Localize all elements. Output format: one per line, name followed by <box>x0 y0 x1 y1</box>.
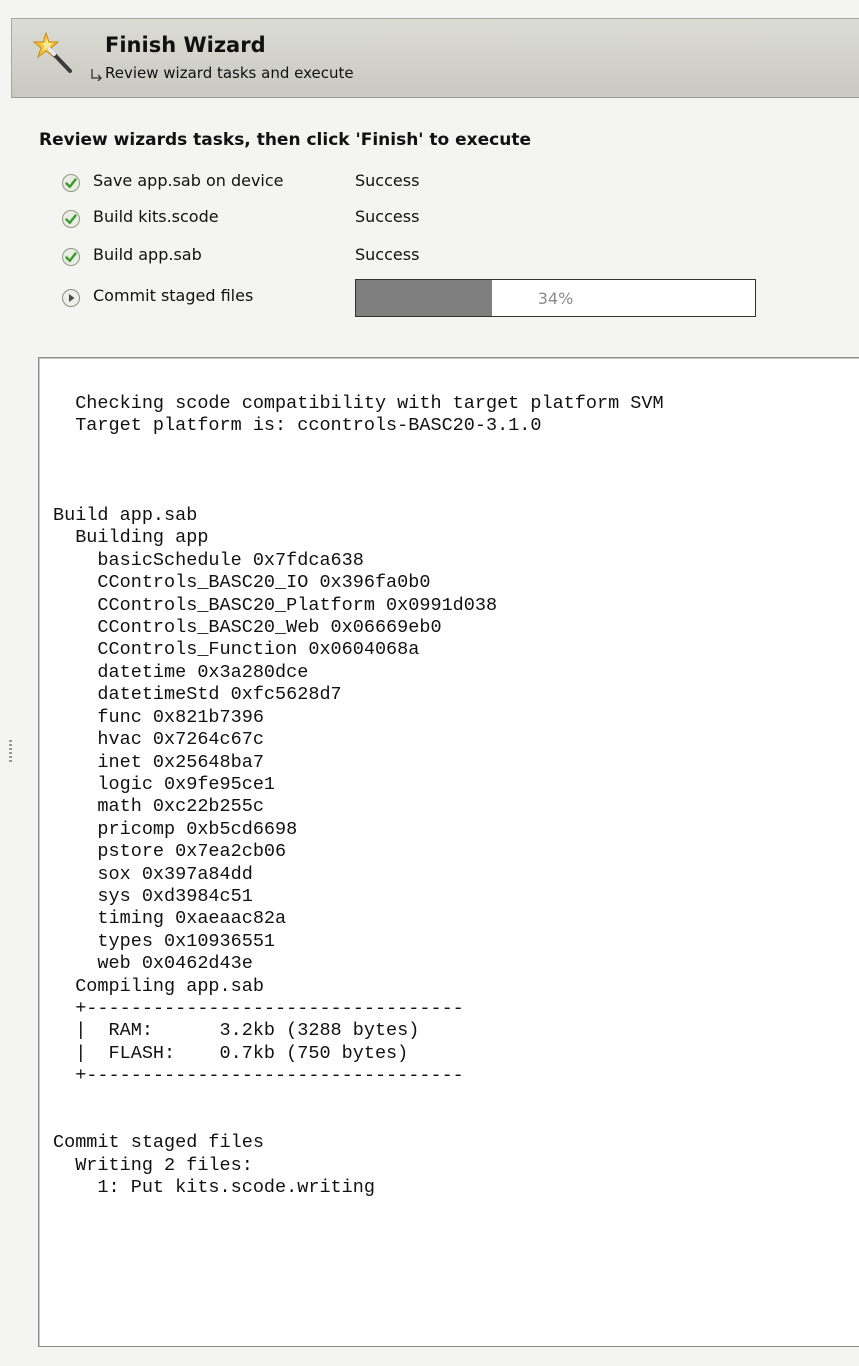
splitter-grip[interactable] <box>9 740 12 762</box>
check-icon <box>62 248 80 266</box>
magic-wand-icon <box>32 31 72 73</box>
task-status: Success <box>355 171 420 190</box>
commit-progress-bar: 34% <box>355 279 756 317</box>
check-icon <box>62 174 80 192</box>
task-row: Build kits.scode Success <box>61 207 761 231</box>
output-log[interactable]: Checking scode compatibility with target… <box>38 357 859 1347</box>
play-icon <box>62 289 80 307</box>
log-text: Checking scode compatibility with target… <box>53 393 664 1199</box>
wizard-header: Finish Wizard Review wizard tasks and ex… <box>11 18 859 98</box>
task-row: Save app.sab on device Success <box>61 171 761 195</box>
wizard-title: Finish Wizard <box>105 33 266 57</box>
subtitle-arrow-icon <box>91 69 102 81</box>
task-label: Commit staged files <box>93 286 254 305</box>
wizard-subtitle: Review wizard tasks and execute <box>105 64 354 82</box>
check-icon <box>62 210 80 228</box>
task-label: Save app.sab on device <box>93 171 284 190</box>
task-label: Build kits.scode <box>93 207 219 226</box>
task-row: Build app.sab Success <box>61 245 761 269</box>
progress-percent: 34% <box>537 289 574 308</box>
review-heading: Review wizards tasks, then click 'Finish… <box>39 130 532 150</box>
task-label: Build app.sab <box>93 245 202 264</box>
task-status: Success <box>355 207 420 226</box>
task-status: Success <box>355 245 420 264</box>
